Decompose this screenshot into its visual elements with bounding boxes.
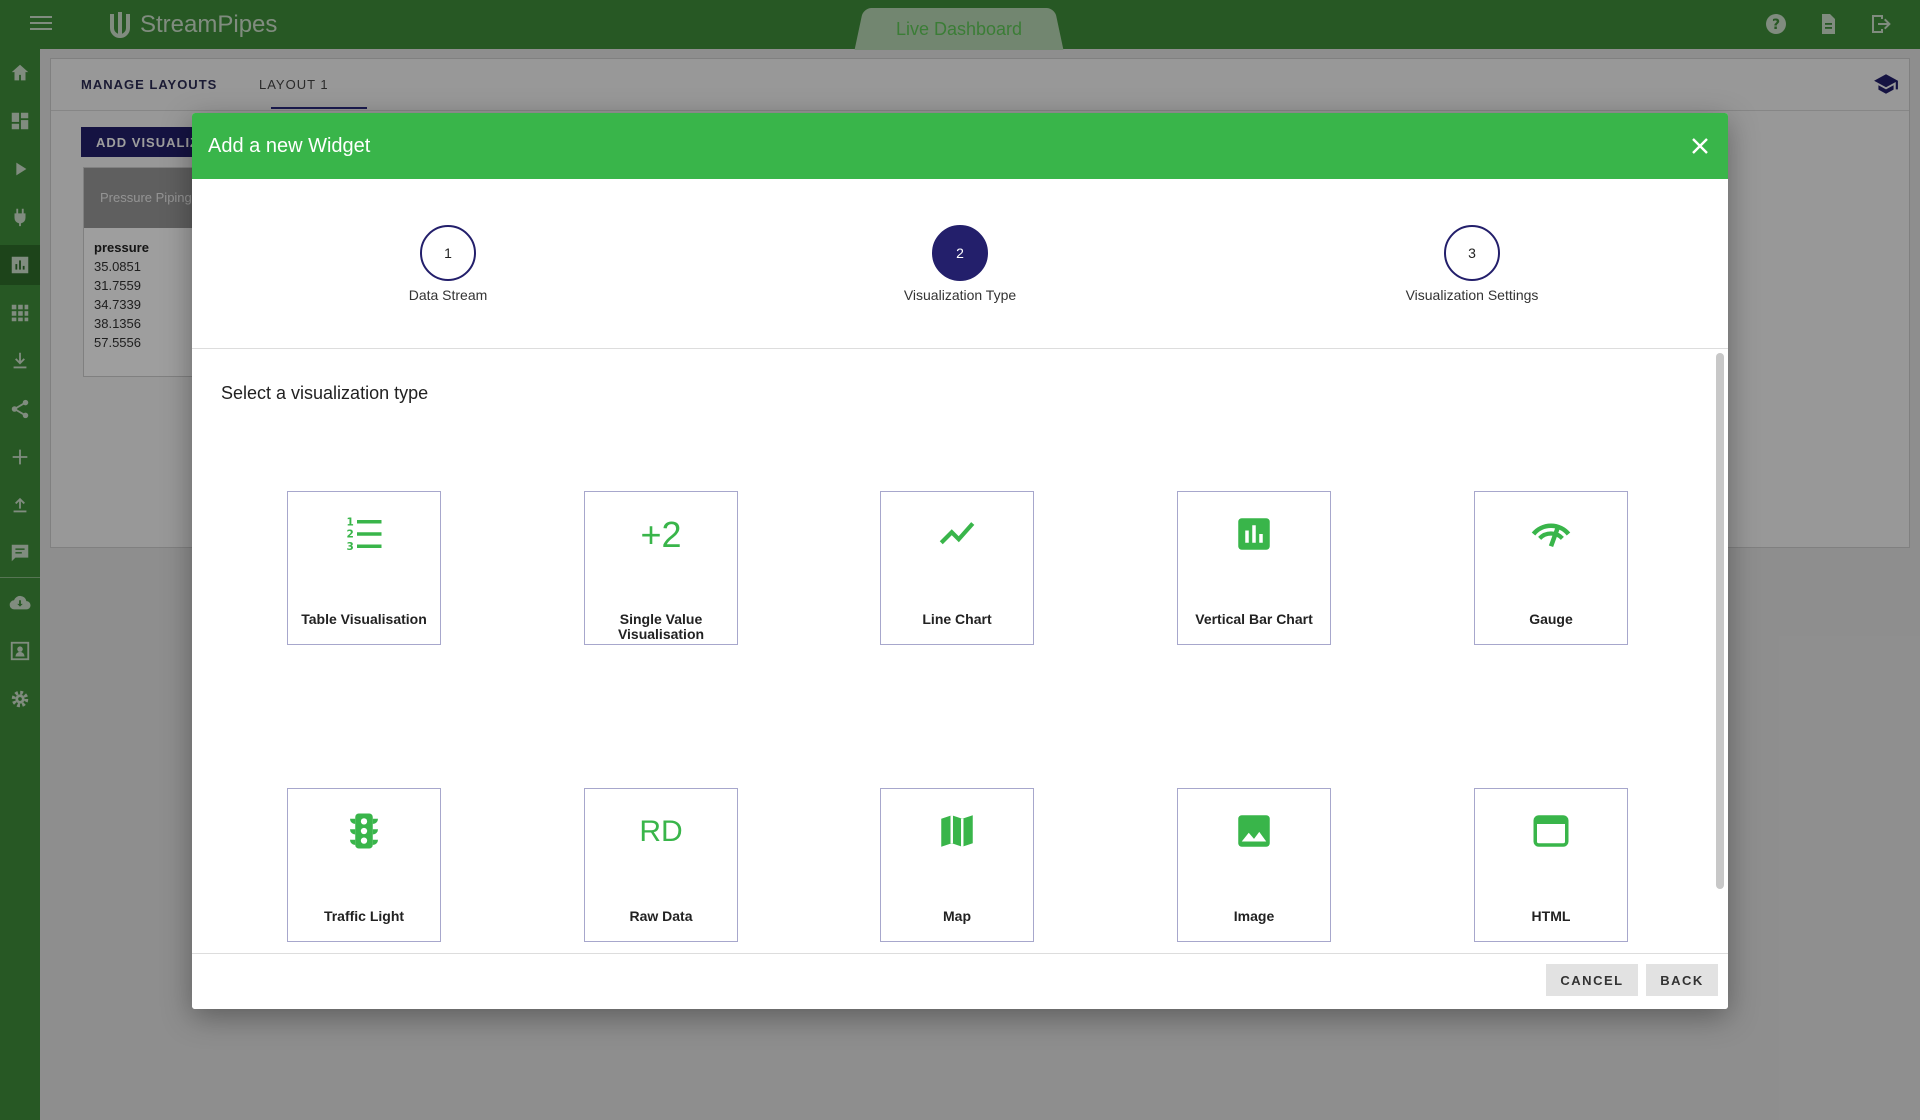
tile-label: Line Chart (922, 611, 992, 627)
dialog-footer: CANCEL BACK (192, 953, 1728, 1009)
tile-gauge[interactable]: Gauge (1474, 491, 1628, 645)
add-widget-dialog: Add a new Widget 1 Data Stream 2 Visuali… (192, 113, 1728, 1009)
svg-text:3: 3 (347, 541, 354, 553)
plus-two-icon: +2 (640, 514, 682, 555)
step-label: Data Stream (408, 287, 488, 303)
step-label: Visualization Settings (1405, 287, 1539, 303)
svg-text:2: 2 (347, 529, 354, 541)
tile-line-chart[interactable]: Line Chart (880, 491, 1034, 645)
tile-label: Map (943, 908, 971, 924)
close-icon[interactable] (1688, 134, 1712, 158)
tile-label: HTML (1531, 908, 1571, 924)
traffic-icon (350, 813, 378, 849)
tile-html[interactable]: HTML (1474, 788, 1628, 942)
back-button[interactable]: BACK (1646, 964, 1718, 996)
step-number: 1 (420, 225, 476, 281)
tile-raw-data[interactable]: RD Raw Data (584, 788, 738, 942)
tile-image[interactable]: Image (1177, 788, 1331, 942)
map-icon (941, 815, 973, 847)
tab-label: Live Dashboard (895, 18, 1023, 39)
step-number: 3 (1444, 225, 1500, 281)
cancel-button[interactable]: CANCEL (1546, 964, 1638, 996)
svg-text:1: 1 (347, 516, 354, 528)
step-number: 2 (932, 225, 988, 281)
image-icon (1238, 815, 1270, 847)
step-data-stream[interactable]: 1 Data Stream (348, 225, 548, 303)
tile-traffic-light[interactable]: Traffic Light (287, 788, 441, 942)
scrollbar[interactable] (1716, 353, 1724, 889)
tile-label: Table Visualisation (301, 611, 427, 627)
tile-label: Traffic Light (323, 908, 405, 924)
insert-chart-icon (1238, 518, 1270, 550)
tile-label: Vertical Bar Chart (1195, 611, 1313, 627)
rd-icon: RD (639, 815, 683, 848)
tile-vertical-bar-chart[interactable]: Vertical Bar Chart (1177, 491, 1331, 645)
step-label: Visualization Type (903, 287, 1017, 303)
dialog-title: Add a new Widget (208, 134, 371, 157)
tile-single-value[interactable]: +2 Single Value Visualisation (584, 491, 738, 645)
tile-map[interactable]: Map (880, 788, 1034, 942)
web-asset-icon (1533, 815, 1569, 847)
step-visualization-settings[interactable]: 3 Visualization Settings (1372, 225, 1572, 303)
select-prompt: Select a visualization type (221, 383, 429, 403)
tile-label: Raw Data (629, 908, 693, 924)
tile-label: Image (1233, 908, 1275, 924)
dialog-body: Select a visualization type 123 Table Vi… (192, 349, 1728, 953)
tile-table-visualisation[interactable]: 123 Table Visualisation (287, 491, 441, 645)
tile-label: Gauge (1529, 611, 1573, 627)
stepper: 1 Data Stream 2 Visualization Type 3 Vis… (192, 179, 1728, 349)
tile-label: Single Value Visualisation (617, 611, 705, 642)
show-chart-icon (939, 522, 975, 545)
gauge-icon (1531, 523, 1571, 548)
format-list-numbered-icon: 123 (347, 516, 382, 553)
step-visualization-type[interactable]: 2 Visualization Type (860, 225, 1060, 303)
dialog-header: Add a new Widget (192, 113, 1728, 179)
